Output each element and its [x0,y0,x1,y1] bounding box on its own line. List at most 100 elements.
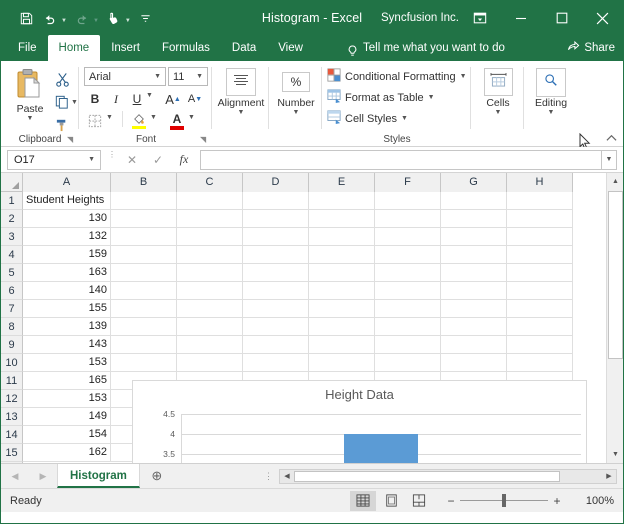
font-name-input[interactable]: Arial ▼ [84,67,166,86]
cell-A4[interactable]: 159 [23,246,111,264]
cell-B7[interactable] [111,300,177,318]
paste-dropdown-icon[interactable]: ▼ [7,115,53,122]
vertical-scroll-thumb[interactable] [608,191,623,359]
account-name[interactable]: Syncfusion Inc. [381,1,459,35]
maximize-icon[interactable] [541,1,582,35]
cell-G8[interactable] [441,318,507,336]
cell-G3[interactable] [441,228,507,246]
cell-C9[interactable] [177,336,243,354]
cell-E8[interactable] [309,318,375,336]
cell-B4[interactable] [111,246,177,264]
underline-dropdown-icon[interactable]: ▼ [146,92,153,99]
cell-C7[interactable] [177,300,243,318]
cell-F5[interactable] [375,264,441,282]
increase-font-size-button[interactable]: A▲ [164,90,182,108]
scroll-right-icon[interactable]: ▶ [602,470,616,483]
column-header-c[interactable]: C [177,173,243,192]
cell-G5[interactable] [441,264,507,282]
conditional-formatting-dropdown-icon[interactable]: ▼ [460,73,467,80]
sheet-tab-histogram[interactable]: Histogram [57,464,140,488]
cell-C10[interactable] [177,354,243,372]
row-header-9[interactable]: 9 [1,336,23,354]
collapse-ribbon-icon[interactable] [606,134,617,144]
cell-D3[interactable] [243,228,309,246]
tab-data[interactable]: Data [221,35,267,61]
cell-A14[interactable]: 154 [23,426,111,444]
row-header-6[interactable]: 6 [1,282,23,300]
font-color-button[interactable]: A [168,111,186,131]
cell-H7[interactable] [507,300,573,318]
scroll-up-icon[interactable]: ▲ [607,173,623,190]
cell-G1[interactable] [441,192,507,210]
name-box-dropdown-icon[interactable]: ▼ [88,156,100,163]
tab-home[interactable]: Home [48,35,101,61]
cells-button[interactable]: Cells ▼ [472,67,524,116]
normal-view-icon[interactable] [350,491,376,511]
cell-A15[interactable]: 162 [23,444,111,462]
cell-G6[interactable] [441,282,507,300]
cell-H3[interactable] [507,228,573,246]
scroll-down-icon[interactable]: ▼ [607,446,623,463]
cancel-formula-icon[interactable]: ✕ [119,149,145,171]
copy-dropdown-icon[interactable]: ▼ [71,99,78,106]
cell-B1[interactable] [111,192,177,210]
font-color-dropdown-icon[interactable]: ▼ [188,114,195,121]
row-header-3[interactable]: 3 [1,228,23,246]
alignment-button[interactable]: Alignment ▼ [215,67,267,116]
cell-F1[interactable] [375,192,441,210]
row-header-12[interactable]: 12 [1,390,23,408]
select-all-corner[interactable] [1,173,23,192]
tell-me-search[interactable]: Tell me what you want to do [347,35,505,61]
cell-A9[interactable]: 143 [23,336,111,354]
cell-B2[interactable] [111,210,177,228]
horizontal-scrollbar[interactable]: ◀ ▶ [279,469,617,484]
cell-B3[interactable] [111,228,177,246]
minimize-icon[interactable] [500,1,541,35]
fill-color-dropdown-icon[interactable]: ▼ [150,114,157,121]
cell-G10[interactable] [441,354,507,372]
cell-H5[interactable] [507,264,573,282]
tab-file[interactable]: File [7,35,48,61]
cell-A2[interactable]: 130 [23,210,111,228]
cell-F7[interactable] [375,300,441,318]
row-header-10[interactable]: 10 [1,354,23,372]
cell-E10[interactable] [309,354,375,372]
clipboard-dialog-launcher-icon[interactable]: ◥ [67,135,76,144]
cell-H9[interactable] [507,336,573,354]
horizontal-scroll-thumb[interactable] [294,471,560,482]
cell-F9[interactable] [375,336,441,354]
zoom-in-button[interactable]: + [548,494,566,508]
cell-A10[interactable]: 153 [23,354,111,372]
cell-F2[interactable] [375,210,441,228]
cell-C8[interactable] [177,318,243,336]
cell-D8[interactable] [243,318,309,336]
font-size-dropdown-icon[interactable]: ▼ [196,73,207,80]
cell-A6[interactable]: 140 [23,282,111,300]
cell-B6[interactable] [111,282,177,300]
fill-color-button[interactable] [130,111,148,131]
cell-H6[interactable] [507,282,573,300]
cell-F8[interactable] [375,318,441,336]
row-header-7[interactable]: 7 [1,300,23,318]
cell-A13[interactable]: 149 [23,408,111,426]
cell-F4[interactable] [375,246,441,264]
cell-F10[interactable] [375,354,441,372]
number-dropdown-icon[interactable]: ▼ [270,109,322,116]
cell-D6[interactable] [243,282,309,300]
number-button[interactable]: % Number ▼ [270,67,322,116]
formula-input[interactable] [200,150,601,170]
chart-bar[interactable] [344,434,418,463]
zoom-out-button[interactable]: − [442,494,460,508]
font-size-input[interactable]: 11 ▼ [168,67,208,86]
cell-E4[interactable] [309,246,375,264]
font-name-dropdown-icon[interactable]: ▼ [154,73,165,80]
cell-A1[interactable]: Student Heights [23,192,111,210]
cell-E3[interactable] [309,228,375,246]
row-header-1[interactable]: 1 [1,192,23,210]
cell-B10[interactable] [111,354,177,372]
conditional-formatting-button[interactable]: Conditional Formatting ▼ [327,68,467,85]
font-dialog-launcher-icon[interactable]: ◥ [200,135,209,144]
cell-E5[interactable] [309,264,375,282]
page-layout-view-icon[interactable] [378,491,404,511]
paste-button[interactable]: Paste ▼ [7,67,53,122]
